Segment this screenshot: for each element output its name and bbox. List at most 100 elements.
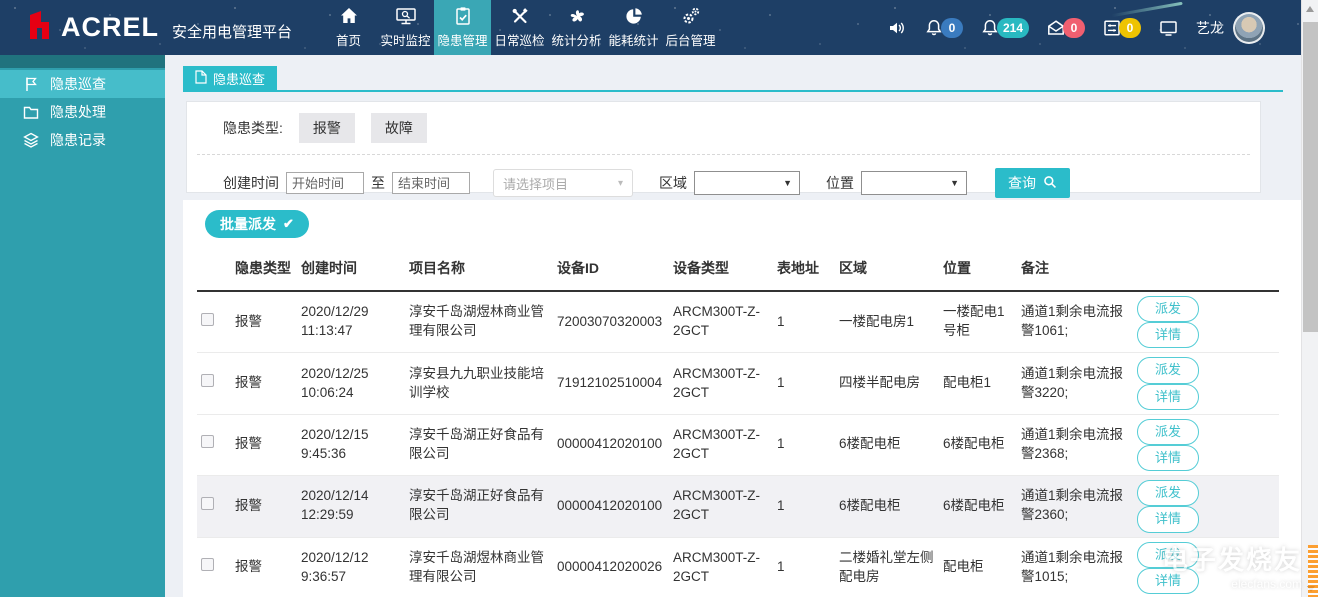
nav-item-label: 后台管理 [665, 34, 716, 48]
speaker-icon[interactable] [887, 18, 907, 38]
acrel-logo-icon [26, 9, 53, 46]
fan-icon [567, 6, 587, 26]
detail-button[interactable]: 详情 [1137, 322, 1200, 349]
nav-item-label: 首页 [336, 34, 362, 48]
row-checkbox[interactable] [201, 374, 214, 388]
nav-item-hazard-manage[interactable]: 隐患管理 [434, 0, 492, 55]
triangle-up-icon [1306, 5, 1314, 12]
dispatch-button[interactable]: 派发 [1137, 480, 1200, 507]
created-time-label: 创建时间 [223, 175, 279, 191]
cell-address: 1 [773, 537, 835, 597]
caret-down-icon: ▼ [950, 178, 959, 188]
row-checkbox[interactable] [201, 496, 214, 510]
end-time-input[interactable] [392, 172, 470, 194]
type-option-alarm[interactable]: 报警 [298, 113, 355, 143]
scroll-down-button[interactable] [1302, 580, 1318, 597]
status-todo[interactable]: 0 [1102, 17, 1141, 38]
tab-label: 隐患巡查 [213, 71, 266, 87]
cell-created: 2020/12/15 9:45:36 [297, 414, 405, 477]
layers-icon [22, 131, 40, 149]
cell-device_id: 72003070320003 [553, 291, 669, 354]
cell-type: 报警 [231, 414, 297, 477]
cell-actions: 派发详情 [1133, 475, 1279, 538]
vertical-scrollbar[interactable] [1301, 0, 1318, 597]
status-notice[interactable]: 0 [924, 17, 963, 38]
location-select[interactable]: ▼ [861, 171, 967, 195]
start-time-input[interactable] [286, 172, 364, 194]
tab-hazard-patrol[interactable]: 隐患巡查 [183, 66, 278, 90]
scrollbar-thumb[interactable] [1303, 22, 1318, 332]
hazard-type-label: 隐患类型: [223, 120, 283, 136]
cell-address: 1 [773, 291, 835, 354]
detail-button[interactable]: 详情 [1137, 383, 1200, 410]
status-badge-alarm: 214 [996, 17, 1029, 38]
project-select-value: 请选择项目 [503, 176, 569, 192]
cell-select [197, 352, 231, 415]
cell-device_id: 00000412020026 [553, 537, 669, 597]
main-content: 隐患巡查 隐患类型: 报警故障 创建时间 至 请选择项目 ▾ 区域 ▼ 位置 ▼… [165, 55, 1301, 597]
row-checkbox[interactable] [201, 312, 214, 326]
cell-area: 6楼配电柜 [835, 475, 939, 538]
column-header: 表地址 [773, 246, 835, 292]
col-select [197, 246, 231, 292]
flag-icon [22, 75, 40, 93]
cell-address: 1 [773, 414, 835, 477]
sidebar-item-label: 隐患巡查 [50, 76, 106, 92]
logo-area[interactable]: ACREL 安全用电管理平台 [0, 0, 292, 55]
dispatch-button[interactable]: 派发 [1137, 357, 1200, 384]
detail-button[interactable]: 详情 [1137, 506, 1200, 533]
area-label: 区域 [659, 175, 687, 191]
sidebar-menu: 隐患巡查隐患处理 隐患记录 [0, 68, 165, 154]
status-message[interactable]: 0 [1046, 17, 1085, 38]
detail-button[interactable]: 详情 [1137, 567, 1200, 594]
cell-device_id: 00000412020100 [553, 414, 669, 477]
cell-actions: 派发详情 [1133, 291, 1279, 354]
sidebar-item-hazard-records[interactable]: 隐患记录 [0, 126, 165, 154]
nav-item-stat-analysis[interactable]: 统计分析 [548, 0, 605, 55]
cell-remark: 通道1剩余电流报警1061; [1017, 291, 1133, 354]
area-select[interactable]: ▼ [694, 171, 800, 195]
row-checkbox[interactable] [201, 558, 214, 572]
dispatch-button[interactable]: 派发 [1137, 418, 1200, 445]
nav-item-label: 隐患管理 [437, 34, 488, 48]
triangle-down-icon [1306, 585, 1315, 592]
user-menu[interactable]: 艺龙 [1196, 11, 1265, 44]
cell-device_type: ARCM300T-Z-2GCT [669, 537, 773, 597]
batch-dispatch-button[interactable]: 批量派发 ✔ [205, 210, 309, 238]
monitor-search-icon [395, 6, 417, 26]
cell-type: 报警 [231, 475, 297, 538]
batch-dispatch-label: 批量派发 [220, 216, 276, 232]
nav-item-home[interactable]: 首页 [320, 0, 377, 55]
status-badge-todo: 0 [1119, 17, 1141, 38]
status-badge-message: 0 [1063, 17, 1085, 38]
row-checkbox[interactable] [201, 435, 214, 449]
sidebar-item-hazard-patrol[interactable]: 隐患巡查 [0, 70, 165, 98]
nav-item-backend-admin[interactable]: 后台管理 [662, 0, 719, 55]
caret-down-icon: ▼ [783, 178, 792, 188]
status-alarm[interactable]: 214 [980, 17, 1029, 38]
nav-item-label: 统计分析 [551, 34, 602, 48]
cell-type: 报警 [231, 537, 297, 597]
project-select[interactable]: 请选择项目 ▾ [493, 169, 633, 197]
nav-item-realtime-monitor[interactable]: 实时监控 [377, 0, 434, 55]
type-option-fault[interactable]: 故障 [370, 113, 427, 143]
cell-area: 一楼配电房1 [835, 291, 939, 354]
status-area: 0 214 0 0 [924, 17, 1141, 38]
dispatch-button[interactable]: 派发 [1137, 296, 1200, 323]
column-header: 位置 [939, 246, 1017, 292]
tools-icon [510, 6, 530, 26]
search-button[interactable]: 查询 [995, 168, 1070, 198]
pie-chart-icon [624, 6, 644, 26]
to-label: 至 [371, 175, 385, 191]
topbar: ACREL 安全用电管理平台 首页 实时监控 隐患管理 日常巡检 统计分析 能耗统计 后台管… [0, 0, 1301, 55]
nav-item-daily-inspection[interactable]: 日常巡检 [491, 0, 548, 55]
detail-button[interactable]: 详情 [1137, 444, 1200, 472]
nav-item-energy-stat[interactable]: 能耗统计 [605, 0, 662, 55]
sidebar-item-hazard-handle[interactable]: 隐患处理 [0, 98, 165, 126]
cell-location: 配电柜1 [939, 352, 1017, 415]
column-header: 创建时间 [297, 246, 405, 292]
scroll-up-button[interactable] [1302, 0, 1318, 17]
hazard-type-options: 报警 故障 [283, 113, 427, 143]
screen-icon[interactable] [1158, 18, 1179, 38]
dispatch-button[interactable]: 派发 [1137, 541, 1200, 568]
